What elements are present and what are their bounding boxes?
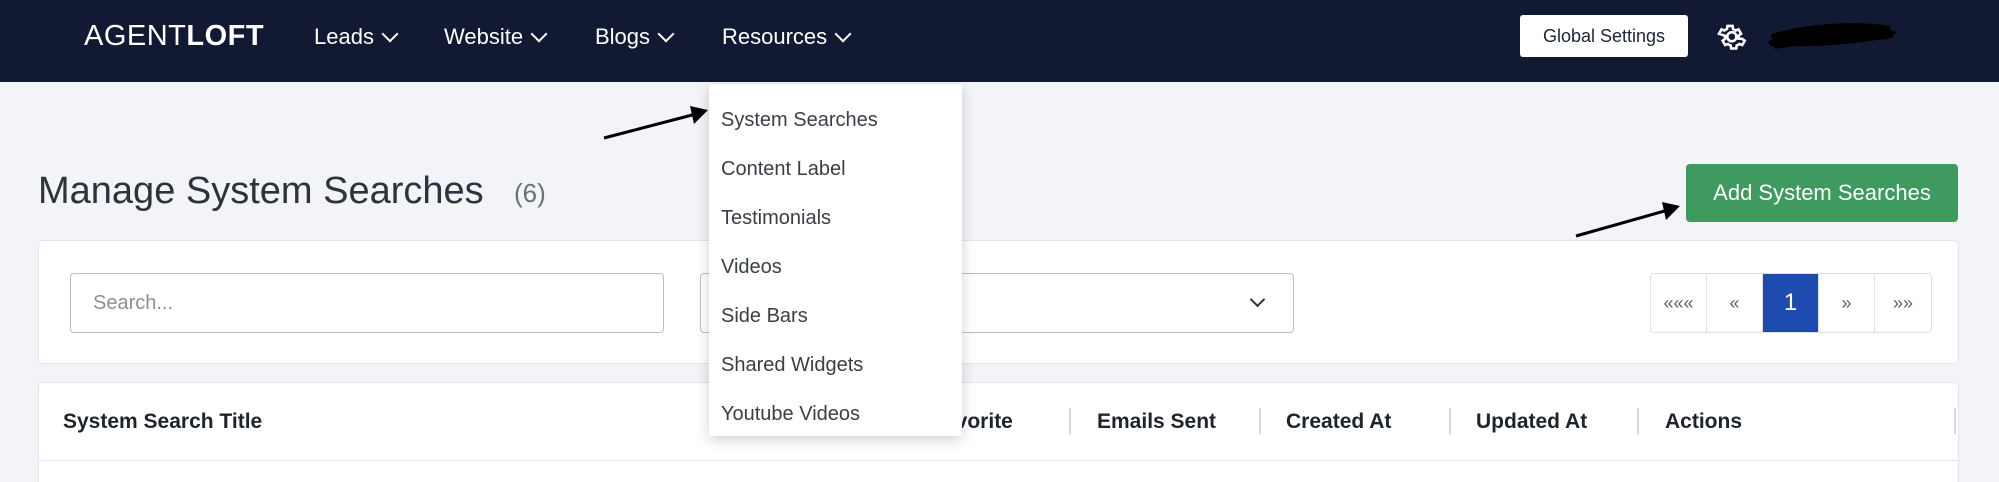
nav-blogs-label: Blogs — [595, 24, 651, 49]
top-navbar: AGENTLOFT Leads Website Blogs Resources … — [0, 0, 1999, 82]
menu-item-system-searches[interactable]: System Searches — [709, 96, 962, 145]
page-title: Manage System Searches — [38, 170, 484, 212]
pagination: ««« « 1 » »» — [1650, 273, 1932, 333]
column-separator — [1259, 408, 1261, 434]
column-header-actions[interactable]: Actions — [1665, 410, 1742, 434]
add-system-searches-button[interactable]: Add System Searches — [1686, 164, 1958, 222]
page-current-button[interactable]: 1 — [1763, 274, 1819, 332]
menu-item-shared-widgets[interactable]: Shared Widgets — [709, 341, 962, 390]
chevron-down-icon — [657, 25, 675, 43]
page-first-button[interactable]: ««« — [1651, 274, 1707, 332]
column-header-title[interactable]: System Search Title — [63, 410, 262, 434]
search-input[interactable] — [70, 273, 664, 333]
page-last-button[interactable]: »» — [1875, 274, 1931, 332]
nav-website[interactable]: Website — [444, 24, 548, 50]
chevron-down-icon — [834, 25, 852, 43]
page-next-button[interactable]: » — [1819, 274, 1875, 332]
column-separator — [1637, 408, 1639, 434]
chevron-down-icon — [381, 25, 399, 43]
table-header-divider — [38, 460, 1959, 461]
nav-website-label: Website — [444, 24, 524, 49]
menu-item-content-label[interactable]: Content Label — [709, 145, 962, 194]
resources-dropdown-menu: System Searches Content Label Testimonia… — [709, 84, 962, 436]
redacted-user-name[interactable] — [1764, 20, 1904, 54]
brand-logo-light: AGENT — [84, 20, 187, 52]
global-settings-button[interactable]: Global Settings — [1520, 15, 1688, 57]
menu-item-youtube-videos[interactable]: Youtube Videos — [709, 390, 962, 439]
column-header-updated-at[interactable]: Updated At — [1476, 410, 1587, 434]
column-header-emails-sent[interactable]: Emails Sent — [1097, 410, 1216, 434]
nav-leads[interactable]: Leads — [314, 24, 399, 50]
brand-logo[interactable]: AGENTLOFT — [84, 20, 264, 53]
nav-leads-label: Leads — [314, 24, 374, 49]
menu-item-videos[interactable]: Videos — [709, 243, 962, 292]
page-prev-button[interactable]: « — [1707, 274, 1763, 332]
brand-logo-bold: LOFT — [186, 20, 265, 52]
menu-item-side-bars[interactable]: Side Bars — [709, 292, 962, 341]
column-header-created-at[interactable]: Created At — [1286, 410, 1391, 434]
gear-icon[interactable] — [1714, 20, 1748, 54]
menu-item-testimonials[interactable]: Testimonials — [709, 194, 962, 243]
column-separator — [1069, 408, 1071, 434]
column-separator — [1449, 408, 1451, 434]
chevron-down-icon — [530, 25, 548, 43]
nav-resources-label: Resources — [722, 24, 828, 49]
column-separator — [1954, 408, 1956, 434]
annotation-arrow-icon — [603, 106, 708, 140]
record-count: (6) — [514, 178, 546, 208]
nav-resources[interactable]: Resources — [722, 24, 852, 50]
nav-blogs[interactable]: Blogs — [595, 24, 675, 50]
annotation-arrow-icon — [1575, 202, 1680, 238]
